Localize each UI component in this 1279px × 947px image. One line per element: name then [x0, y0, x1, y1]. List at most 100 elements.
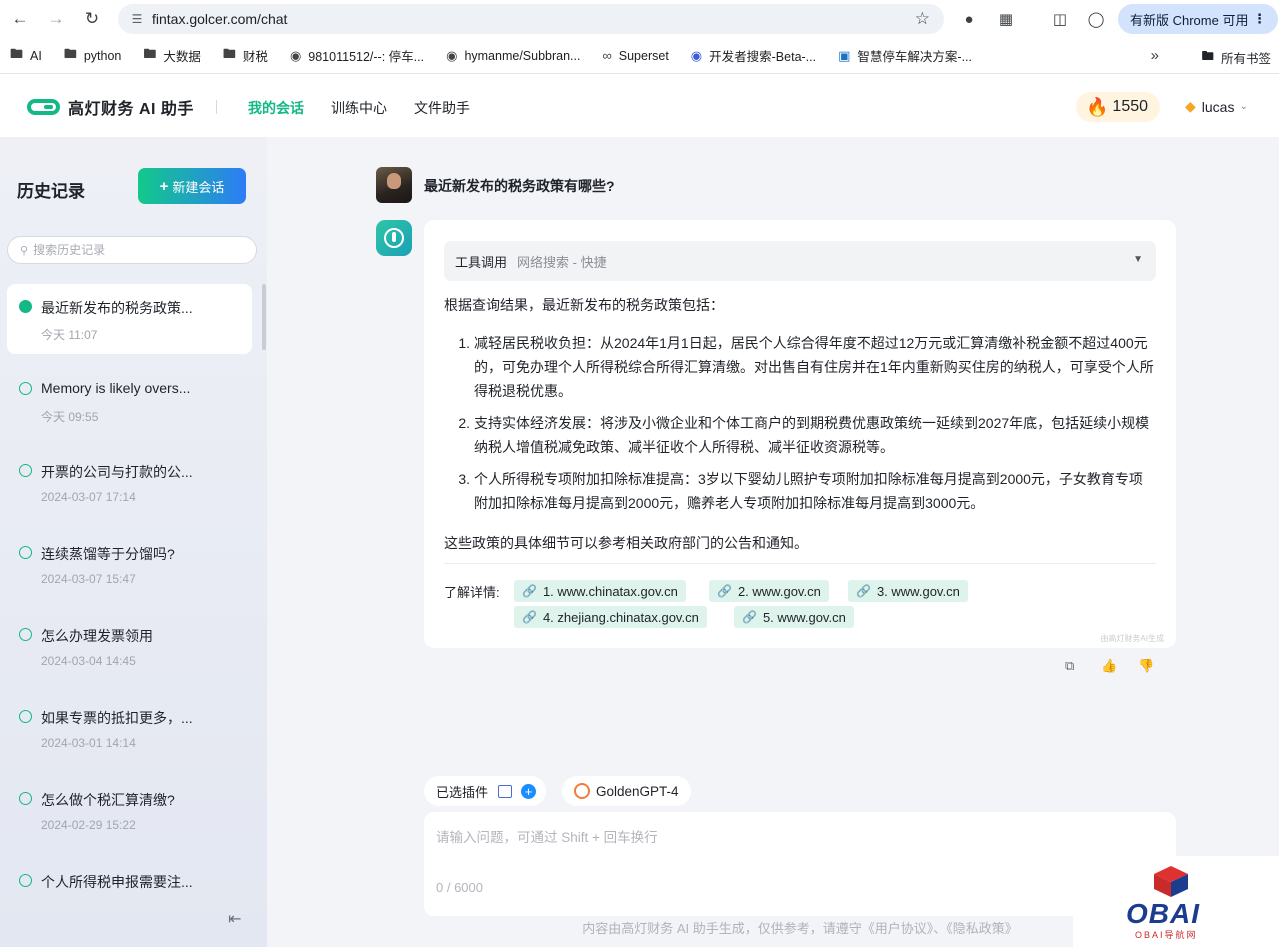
- folder-icon: 🖿: [222, 45, 236, 61]
- reload-icon[interactable]: ↻: [74, 0, 110, 38]
- history-item[interactable]: 开票的公司与打款的公... 2024-03-07 17:14: [7, 448, 252, 518]
- caret-down-icon[interactable]: ▼: [1133, 254, 1143, 265]
- model-name: GoldenGPT-4: [596, 783, 679, 799]
- history-item[interactable]: Memory is likely overs... 今天 09:55: [7, 366, 252, 436]
- chat-bubble-icon: [19, 792, 32, 805]
- nav-my-chats[interactable]: 我的会话: [248, 98, 304, 118]
- divider: [444, 563, 1156, 564]
- model-icon: [574, 783, 590, 799]
- list-text: 个人所得税专项附加扣除标准提高：3岁以下婴幼儿照护专项附加扣除标准每月提高到20…: [474, 471, 1143, 511]
- answer-outro: 这些政策的具体细节可以参考相关政府部门的公告和通知。: [444, 535, 808, 551]
- extensions-puzzle-icon[interactable]: ▦: [995, 8, 1017, 30]
- chat-bubble-icon: [19, 628, 32, 641]
- plugin-label: 已选插件: [436, 784, 489, 800]
- new-chat-button[interactable]: + 新建会话: [138, 168, 246, 204]
- chrome-update-button[interactable]: 有新版 Chrome 可用 ⋮: [1118, 4, 1278, 34]
- tool-call-panel[interactable]: 工具调用 网络搜索 - 快捷 ▼: [444, 241, 1156, 281]
- bookmark-folder[interactable]: 🖿 大数据: [143, 45, 201, 67]
- history-item[interactable]: 个人所得税申报需要注...: [7, 858, 252, 898]
- list-text: 减轻居民税收负担：从2024年1月1日起，居民个人综合得年度不超过12万元或汇算…: [474, 335, 1154, 399]
- points-badge[interactable]: 🔥 1550: [1076, 92, 1161, 122]
- flame-icon: 🔥: [1086, 96, 1109, 117]
- history-item[interactable]: 如果专票的抵扣更多，... 2024-03-01 14:14: [7, 694, 252, 764]
- message-composer: 0 / 6000: [424, 812, 1176, 916]
- history-item-time: 2024-03-07 15:47: [41, 572, 136, 586]
- bookmark-folder[interactable]: 🖿 python: [64, 45, 122, 67]
- site-settings-icon[interactable]: ☰: [122, 12, 152, 26]
- history-item[interactable]: 连续蒸馏等于分馏吗? 2024-03-07 15:47: [7, 530, 252, 600]
- all-bookmarks[interactable]: » 🖿 所有书签: [1151, 47, 1271, 68]
- nav-training-center[interactable]: 训练中心: [331, 98, 387, 118]
- history-search[interactable]: ⚲: [7, 236, 257, 264]
- history-search-input[interactable]: [33, 243, 234, 257]
- answer-card: 工具调用 网络搜索 - 快捷 ▼ 根据查询结果，最近新发布的税务政策包括： 1.…: [424, 220, 1176, 648]
- user-menu[interactable]: ◆ lucas ⌄: [1185, 98, 1248, 115]
- bookmark-folder[interactable]: 🖿 AI: [10, 45, 42, 67]
- model-selector[interactable]: GoldenGPT-4: [562, 776, 691, 806]
- list-number: 3.: [458, 471, 470, 487]
- history-item-title: 如果专票的抵扣更多，...: [41, 710, 193, 726]
- tool-call-label: 工具调用: [455, 254, 508, 270]
- collapse-sidebar-icon[interactable]: ⇤: [228, 909, 241, 929]
- bookmark-folder[interactable]: 🖿 财税: [223, 45, 268, 67]
- history-item-title: 个人所得税申报需要注...: [41, 874, 193, 890]
- menu-kebab-icon[interactable]: ⋮: [1253, 11, 1266, 27]
- answer-intro: 根据查询结果，最近新发布的税务政策包括：: [444, 297, 724, 313]
- more-bookmarks-icon[interactable]: »: [1151, 47, 1159, 64]
- side-panel-icon[interactable]: ◫: [1049, 8, 1071, 30]
- bookmark-star-icon[interactable]: ☆: [915, 9, 930, 29]
- forward-icon[interactable]: →: [38, 0, 74, 38]
- thumbs-down-icon[interactable]: 👎: [1138, 658, 1154, 674]
- plugin-selector[interactable]: 已选插件 +: [424, 776, 547, 806]
- refs-label: 了解详情:: [444, 585, 500, 600]
- history-item-time: 2024-03-07 17:14: [41, 490, 136, 504]
- sidebar-scrollbar[interactable]: [262, 284, 266, 350]
- copy-icon[interactable]: ⧉: [1065, 658, 1074, 674]
- superset-icon: ∞: [602, 48, 612, 63]
- app-logo[interactable]: 高灯财务 AI 助手: [27, 95, 194, 119]
- reference-link[interactable]: 🔗 2. www.gov.cn: [709, 580, 829, 602]
- history-item[interactable]: 怎么做个税汇算清缴? 2024-02-29 15:22: [7, 776, 252, 846]
- bookmark-link[interactable]: ▣ 智慧停车解决方案-...: [838, 46, 972, 65]
- reference-link[interactable]: 🔗 3. www.gov.cn: [848, 580, 968, 602]
- history-item[interactable]: 怎么办理发票领用 2024-03-04 14:45: [7, 612, 252, 682]
- reference-link[interactable]: 🔗 5. www.gov.cn: [734, 606, 854, 628]
- sidebar-title: 历史记录: [17, 182, 85, 201]
- message-input[interactable]: [436, 826, 1156, 876]
- github-icon: ◉: [446, 47, 458, 63]
- nav-file-assistant[interactable]: 文件助手: [414, 98, 470, 118]
- bookmark-link[interactable]: ∞ Superset: [602, 48, 668, 63]
- chat-bubble-icon: [19, 546, 32, 559]
- chat-bubble-icon: [19, 300, 32, 313]
- list-number: 1.: [458, 335, 470, 351]
- add-plugin-icon[interactable]: +: [521, 783, 537, 799]
- chat-bubble-icon: [19, 710, 32, 723]
- link-icon: 🔗: [522, 610, 537, 624]
- bookmark-link[interactable]: ◉ 开发者搜索-Beta-...: [691, 46, 816, 65]
- thumbs-up-icon[interactable]: 👍: [1101, 658, 1117, 674]
- profile-icon[interactable]: ◯: [1085, 8, 1107, 30]
- chat-bubble-icon: [19, 382, 32, 395]
- list-item: 1. 减轻居民税收负担：从2024年1月1日起，居民个人综合得年度不超过12万元…: [444, 331, 1156, 403]
- bookmark-link[interactable]: ◉ hymanme/Subbran...: [446, 48, 580, 64]
- tool-call-value: 网络搜索 - 快捷: [517, 254, 607, 270]
- chevron-down-icon: ⌄: [1239, 101, 1248, 112]
- folder-icon: 🖿: [63, 45, 77, 61]
- extension-globe-icon[interactable]: ●: [958, 8, 980, 30]
- plus-icon: +: [159, 177, 169, 195]
- link-icon: 🔗: [742, 610, 757, 624]
- user-avatar: [376, 167, 412, 203]
- history-sidebar: 历史记录 + 新建会话 ⚲ 最近新发布的税务政策... 今天 11:07 Mem…: [0, 137, 267, 947]
- history-item[interactable]: 最近新发布的税务政策... 今天 11:07: [7, 284, 252, 354]
- back-icon[interactable]: ←: [2, 0, 38, 38]
- folder-icon: 🖿: [143, 45, 157, 61]
- url-text[interactable]: fintax.golcer.com/chat: [152, 11, 287, 27]
- reference-link[interactable]: 🔗 1. www.chinatax.gov.cn: [514, 580, 686, 602]
- username: lucas: [1201, 98, 1235, 115]
- reference-link[interactable]: 🔗 4. zhejiang.chinatax.gov.cn: [514, 606, 707, 628]
- address-bar[interactable]: ☰ fintax.golcer.com/chat ☆: [118, 4, 944, 34]
- browser-toolbar: ← → ↻ ☰ fintax.golcer.com/chat ☆ ● ▦ ◫ ◯…: [0, 0, 1279, 38]
- search-icon: ⚲: [20, 244, 29, 257]
- bookmark-link[interactable]: ◉ 981011512/--: 停车...: [290, 46, 424, 65]
- list-item: 2. 支持实体经济发展：将涉及小微企业和个体工商户的到期税费优惠政策统一延续到2…: [444, 411, 1156, 459]
